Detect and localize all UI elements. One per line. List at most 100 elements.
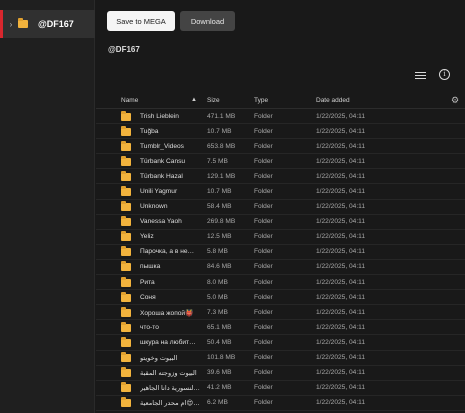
row-name: ام محدر الجامعية😍😍 [140, 400, 200, 408]
row-date: 1/22/2025, 04:11 [316, 399, 366, 407]
table-row[interactable]: Trish Lieblein 471.1 MB Folder 1/22/2025, 0… [96, 109, 465, 125]
sidebar-item-root-folder[interactable]: › @DF167 [0, 10, 95, 38]
row-type: Folder [254, 187, 273, 195]
row-date: 1/22/2025, 04:11 [316, 278, 366, 286]
row-name: Unknown [140, 203, 168, 211]
row-type: Folder [254, 112, 273, 120]
row-size: 41.2 MB [207, 384, 232, 392]
row-date: 1/22/2025, 04:11 [316, 338, 366, 346]
table-row[interactable]: Unknown 58.4 MB Folder 1/22/2025, 04:11 [96, 200, 465, 215]
table-row[interactable]: Türbank Hazal 129.1 MB Folder 1/22/2025, 04… [96, 169, 465, 185]
column-header-size[interactable]: Size [207, 97, 220, 104]
row-size: 653.8 MB [207, 142, 236, 150]
row-type: Folder [254, 203, 273, 211]
row-date: 1/22/2025, 04:11 [316, 323, 366, 331]
row-type: Folder [254, 293, 273, 301]
folder-icon [121, 336, 131, 347]
folder-icon [121, 397, 131, 408]
download-button[interactable]: Download [180, 11, 235, 31]
row-size: 7.3 MB [207, 308, 228, 316]
row-size: 12.5 MB [207, 233, 232, 241]
table-row[interactable]: البيوت وزوجته المقبة 39.6 MB Folder 1/22/20… [96, 366, 465, 381]
row-size: 8.0 MB [207, 278, 228, 286]
folder-icon [121, 216, 131, 227]
row-type: Folder [254, 127, 273, 135]
table-row[interactable]: البيوت وخويتو 101.8 MB Folder 1/22/2025, 04… [96, 351, 465, 366]
table-row[interactable]: пышка 84.6 MB Folder 1/22/2025, 04:11 [96, 260, 465, 276]
folder-icon [121, 140, 131, 151]
chevron-right-icon[interactable]: › [5, 20, 17, 29]
folder-icon [121, 185, 131, 196]
row-date: 1/22/2025, 04:11 [316, 112, 366, 120]
folder-icon [121, 110, 131, 121]
row-type: Folder [254, 323, 273, 331]
list-view-icon[interactable] [415, 71, 426, 80]
folder-icon [121, 155, 131, 166]
folder-icon [121, 291, 131, 302]
row-size: 58.4 MB [207, 203, 232, 211]
row-size: 39.6 MB [207, 369, 232, 377]
table-row[interactable]: Unili Yagmur 10.7 MB Folder 1/22/2025, 04:1… [96, 184, 465, 200]
row-size: 10.7 MB [207, 187, 232, 195]
column-header-type[interactable]: Type [254, 97, 268, 104]
table-row[interactable]: بنقلة النسورية دانا الجاهير 41.2 MB Folder… [96, 381, 465, 396]
row-type: Folder [254, 369, 273, 377]
folder-icon [121, 246, 131, 257]
save-to-mega-button[interactable]: Save to MEGA [107, 11, 175, 31]
table-row[interactable]: Рита 8.0 MB Folder 1/22/2025, 04:11 [96, 275, 465, 291]
sort-ascending-icon[interactable]: ▲ [191, 97, 197, 103]
table-row[interactable]: что-то 65.1 MB Folder 1/22/2025, 04:11 [96, 320, 465, 336]
row-type: Folder [254, 399, 273, 407]
folder-icon [121, 306, 131, 317]
table-row[interactable]: Tumblr_Videos 653.8 MB Folder 1/22/2025, 04… [96, 139, 465, 155]
table-row[interactable]: шкура на любит… 50.4 MB Folder 1/22/2025, 0… [96, 335, 465, 351]
row-name: Хороша жопой👹 [140, 309, 194, 317]
table-row[interactable]: Tuğba 10.7 MB Folder 1/22/2025, 04:11 [96, 124, 465, 140]
folder-icon [121, 201, 131, 212]
gear-icon[interactable]: ⚙ [451, 95, 459, 106]
table-row[interactable]: Türbank Cansu 7.5 MB Folder 1/22/2025, 04:1… [96, 154, 465, 170]
folder-icon [121, 382, 131, 393]
row-type: Folder [254, 384, 273, 392]
row-size: 471.1 MB [207, 112, 236, 120]
info-icon[interactable]: i [439, 69, 450, 80]
folder-icon [121, 261, 131, 272]
row-name: пышка [140, 263, 161, 271]
row-size: 101.8 MB [207, 354, 236, 361]
row-type: Folder [254, 142, 273, 150]
table-row[interactable]: Парочка, а в не… 5.8 MB Folder 1/22/2025, 0… [96, 245, 465, 260]
row-type: Folder [254, 248, 273, 256]
row-name: Türbank Hazal [140, 172, 183, 180]
row-date: 1/22/2025, 04:11 [316, 263, 366, 271]
folder-icon [121, 231, 131, 242]
row-name: что-то [140, 323, 159, 331]
table-row[interactable]: Соня 5.0 MB Folder 1/22/2025, 04:11 [96, 290, 465, 306]
column-header-date[interactable]: Date added [316, 97, 350, 104]
table-header: Name ▲ Size Type Date added ⚙ [96, 93, 465, 109]
row-name: Unili Yagmur [140, 187, 178, 195]
row-name: Türbank Cansu [140, 157, 186, 165]
folder-icon [121, 352, 131, 362]
row-type: Folder [254, 278, 273, 286]
table-row[interactable]: Yeliz 12.5 MB Folder 1/22/2025, 04:11 [96, 230, 465, 245]
row-size: 65.1 MB [207, 323, 232, 331]
row-date: 1/22/2025, 04:11 [316, 187, 366, 195]
row-name: بنقلة النسورية دانا الجاهير [140, 385, 200, 393]
row-type: Folder [254, 218, 273, 226]
sidebar-item-label: @DF167 [38, 19, 74, 29]
file-list: Trish Lieblein 471.1 MB Folder 1/22/2025, 0… [96, 109, 465, 411]
column-header-name[interactable]: Name [121, 97, 138, 104]
row-size: 129.1 MB [207, 172, 236, 180]
row-name: Соня [140, 293, 156, 301]
row-date: 1/22/2025, 04:11 [316, 369, 366, 377]
row-date: 1/22/2025, 04:11 [316, 293, 366, 301]
folder-icon [18, 18, 28, 28]
row-name: Tuğba [140, 127, 159, 135]
table-row[interactable]: Хороша жопой👹 7.3 MB Folder 1/22/2025, 04:1… [96, 305, 465, 321]
table-row[interactable]: Vanessa Yaoh 269.8 MB Folder 1/22/2025, 04:… [96, 215, 465, 230]
row-name: Парочка, а в не… [140, 248, 195, 256]
sidebar: › @DF167 [0, 0, 95, 413]
row-name: البيوت وزوجته المقبة [140, 370, 197, 378]
table-row[interactable]: ام محدر الجامعية😍😍 6.2 MB Folder 1/22/2025,… [96, 396, 465, 411]
row-size: 5.8 MB [207, 248, 228, 256]
